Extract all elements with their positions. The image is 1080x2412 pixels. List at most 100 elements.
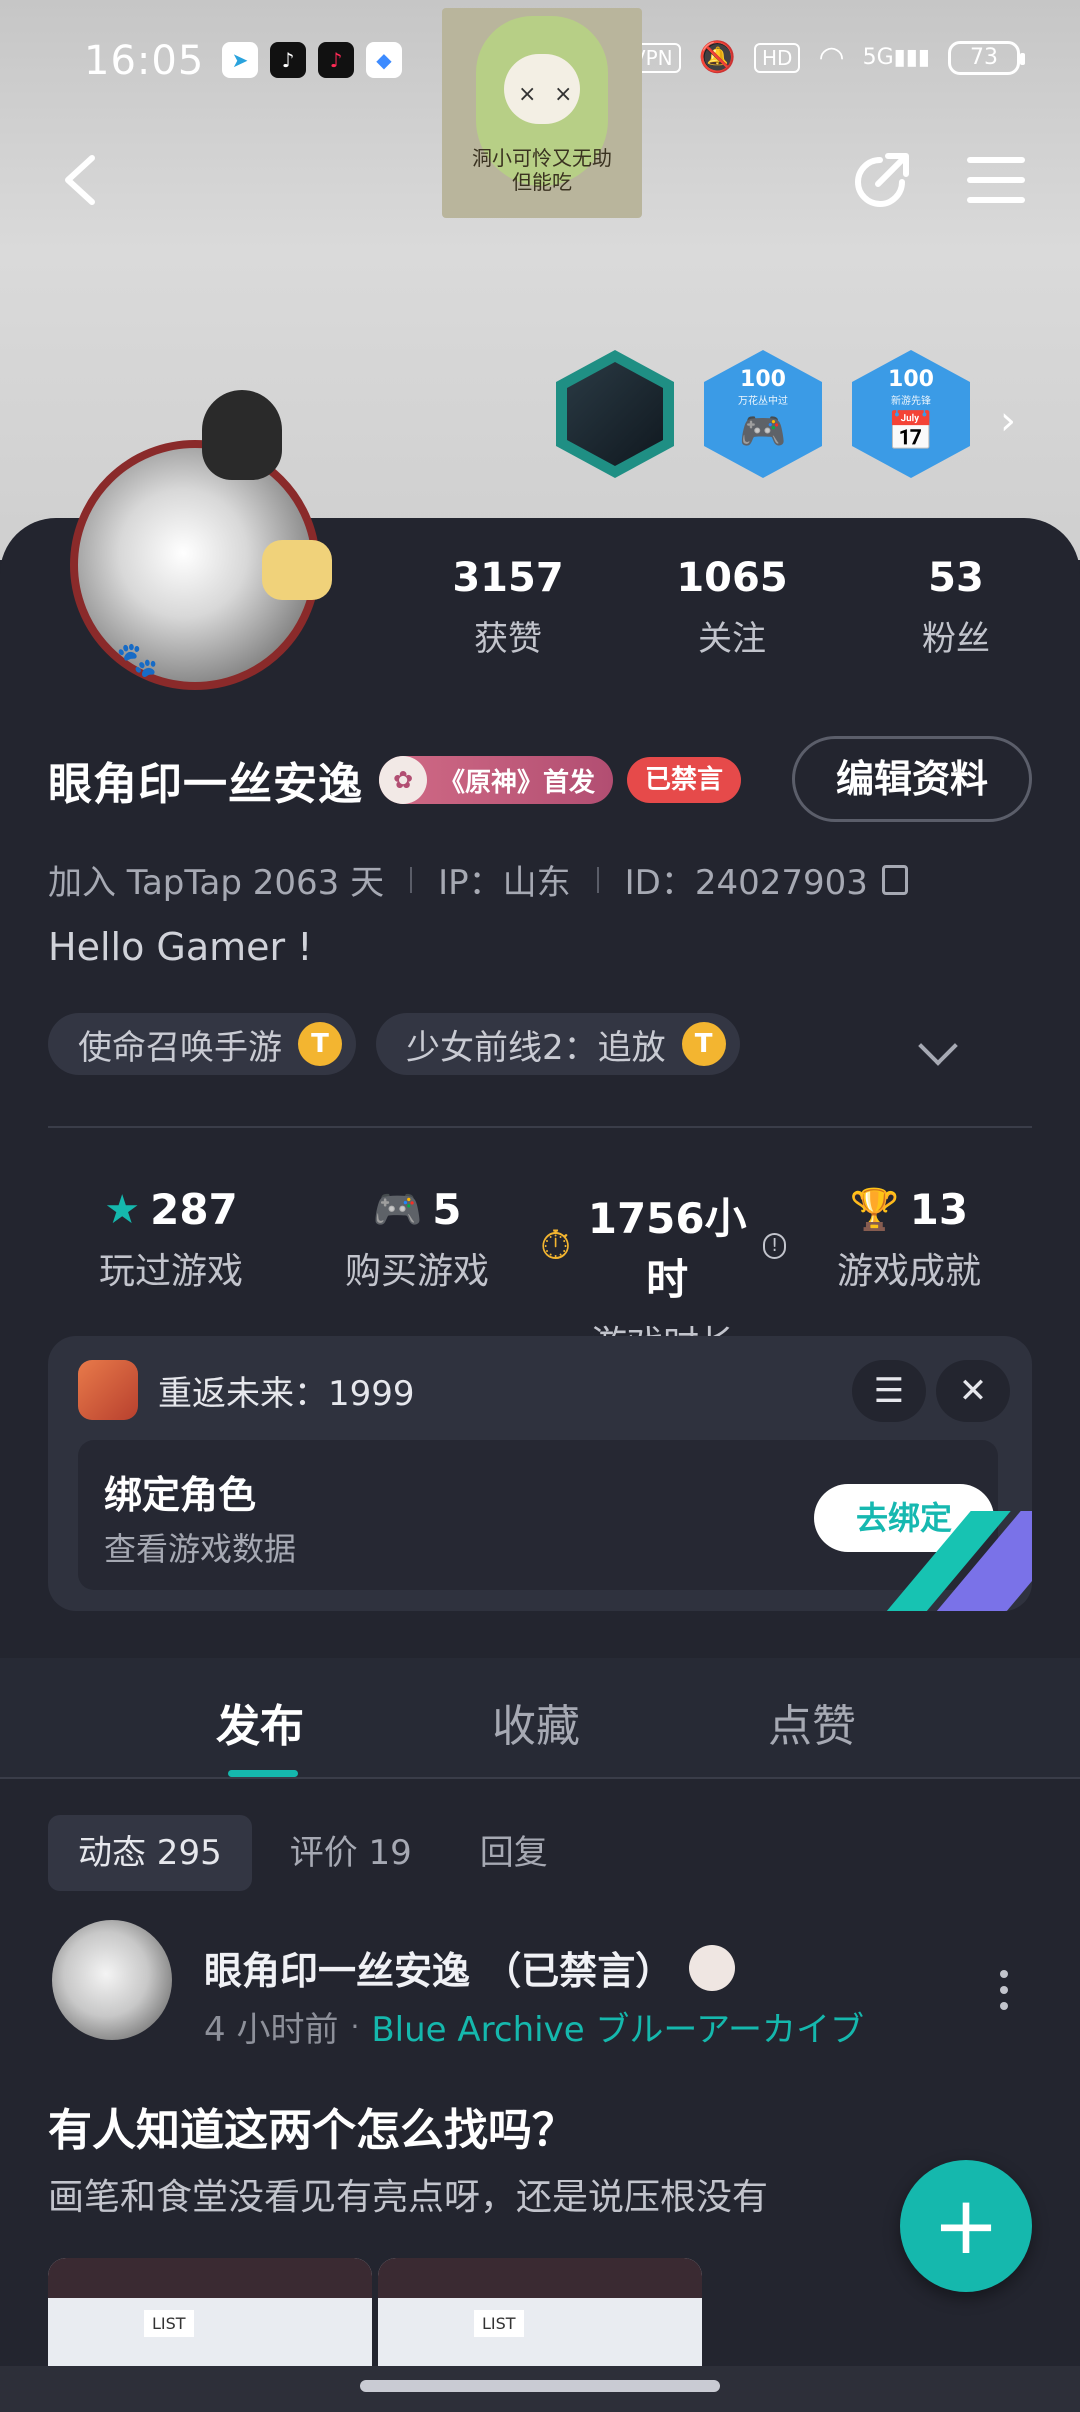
tiktok-lite-icon: ♪ bbox=[318, 42, 354, 78]
paw-icon: 🐾 bbox=[116, 640, 159, 680]
badge-list[interactable]: 100 万花丛中过 🎮 100 新游先锋 📅 bbox=[556, 350, 970, 478]
achievement-badge-1[interactable] bbox=[556, 350, 674, 478]
stat-following[interactable]: 1065 关注 bbox=[620, 555, 844, 660]
post-image[interactable]: LIST bbox=[48, 2258, 372, 2368]
bind-card-header[interactable]: 重返未来：1999 bbox=[78, 1360, 415, 1420]
back-button[interactable] bbox=[56, 150, 112, 210]
menu-icon bbox=[967, 157, 1025, 203]
menu-button[interactable] bbox=[966, 152, 1026, 208]
genshin-tag-label: 《原神》首发 bbox=[439, 767, 596, 798]
game-chip-label: 少女前线2：追放 bbox=[406, 1027, 666, 1068]
post-game-link[interactable]: Blue Archive ブルーアーカイブ bbox=[371, 2002, 864, 2051]
subtab-moments[interactable]: 动态 295 bbox=[48, 1815, 252, 1891]
tab-favorites[interactable]: 收藏 bbox=[492, 1690, 580, 1754]
close-button[interactable]: ✕ bbox=[936, 1360, 1010, 1422]
achievement-badge-3[interactable]: 100 新游先锋 📅 bbox=[852, 350, 970, 478]
post-time: 4 小时前 bbox=[204, 2010, 339, 2050]
username: 眼角印一丝安逸 bbox=[48, 759, 363, 810]
app-notification-icon: ◆ bbox=[366, 42, 402, 78]
home-indicator[interactable] bbox=[360, 2380, 720, 2392]
taptap-coin-icon: T bbox=[681, 1022, 726, 1066]
subtab-reviews[interactable]: 评价 19 bbox=[260, 1815, 442, 1891]
stat-likes[interactable]: 3157 获赞 bbox=[396, 555, 620, 660]
share-icon bbox=[855, 153, 909, 207]
bind-character-card: 重返未来：1999 ☰ ✕ 绑定角色 查看游戏数据 去绑定 bbox=[48, 1336, 1032, 1611]
post-meta: 4 小时前 · Blue Archive ブルーアーカイブ bbox=[204, 2002, 864, 2051]
bind-card-subtitle: 查看游戏数据 bbox=[104, 1530, 297, 1568]
share-button[interactable] bbox=[850, 148, 914, 212]
bind-card-title: 绑定角色 bbox=[104, 1473, 257, 1517]
genshin-avatar-icon: ✿ bbox=[379, 756, 427, 804]
user-id: ID：24027903 bbox=[624, 863, 868, 903]
telegram-icon: ➤ bbox=[222, 42, 258, 78]
sticker-image: × × 洞小可怜又无助 但能吃 bbox=[442, 8, 642, 218]
post-author-avatar[interactable] bbox=[52, 1920, 172, 2040]
bind-card-body: 绑定角色 查看游戏数据 去绑定 bbox=[78, 1440, 998, 1590]
status-indicators: VPN 🔕 HD ◠ 5G▮▮▮ 73 bbox=[623, 40, 1025, 75]
stat-value: 5 bbox=[432, 1185, 462, 1234]
avatar[interactable]: 🐾 bbox=[52, 390, 342, 690]
battery-icon: 73 bbox=[948, 40, 1025, 75]
post-title[interactable]: 有人知道这两个怎么找吗？ bbox=[48, 2094, 576, 2158]
tab-likes[interactable]: 点赞 bbox=[768, 1690, 856, 1754]
game-chip[interactable]: 使命召唤手游 T bbox=[48, 1013, 356, 1075]
switch-game-button[interactable]: ☰ bbox=[852, 1360, 926, 1422]
active-tab-indicator bbox=[228, 1770, 298, 1777]
post-more-options-icon[interactable] bbox=[1000, 1970, 1010, 2018]
stat-value: 13 bbox=[909, 1185, 969, 1234]
info-icon[interactable]: ! bbox=[763, 1233, 786, 1259]
edit-profile-button[interactable]: 编辑资料 bbox=[792, 736, 1032, 822]
mute-icon: 🔕 bbox=[698, 40, 736, 75]
badge-subtitle: 新游先锋 bbox=[891, 395, 931, 407]
game-icon bbox=[78, 1360, 138, 1420]
post-author[interactable]: 眼角印一丝安逸 （已禁言） bbox=[204, 1940, 736, 1995]
post-images: LIST LIST bbox=[48, 2258, 702, 2368]
subtab-replies[interactable]: 回复 bbox=[450, 1815, 578, 1891]
gamepad-icon: 🎮 bbox=[739, 408, 787, 453]
stat-followers[interactable]: 53 粉丝 bbox=[844, 555, 1068, 660]
back-arrow-icon bbox=[65, 155, 95, 205]
genshin-tag[interactable]: ✿ 《原神》首发 bbox=[379, 756, 614, 804]
meta-separator: · bbox=[350, 2010, 360, 2043]
profile-meta: 加入 TapTap 2063 天 IP：山东 ID：24027903 bbox=[48, 855, 908, 904]
post-image-label: LIST bbox=[144, 2310, 194, 2337]
stopwatch-icon: ⏱ bbox=[540, 1223, 572, 1269]
sticker-caption-line2: 但能吃 bbox=[512, 170, 572, 194]
wifi-icon: ◠ bbox=[818, 40, 845, 75]
taptap-coin-icon: T bbox=[298, 1022, 342, 1066]
stat-label: 粉丝 bbox=[922, 619, 990, 659]
close-icon: ✕ bbox=[958, 1371, 988, 1411]
network-type: 5G bbox=[862, 45, 894, 70]
badges-more-chevron-icon[interactable]: › bbox=[1000, 398, 1016, 444]
gamepad-icon: 🎮 bbox=[372, 1187, 423, 1233]
game-achievement-badge-icon bbox=[567, 362, 663, 466]
list-settings-icon: ☰ bbox=[873, 1371, 905, 1411]
sticker-eye-left: × bbox=[518, 82, 537, 107]
sticker-caption-line1: 洞小可怜又无助 bbox=[472, 146, 612, 170]
stat-label: 关注 bbox=[698, 619, 766, 659]
post-image-bar bbox=[378, 2258, 702, 2298]
name-row: 眼角印一丝安逸 ✿ 《原神》首发 已禁言 bbox=[48, 745, 742, 815]
badge-number: 100 bbox=[888, 366, 934, 392]
game-chip[interactable]: 少女前线2：追放 T bbox=[376, 1013, 740, 1075]
post-image[interactable]: LIST bbox=[378, 2258, 702, 2368]
divider bbox=[410, 866, 413, 893]
ip-location: IP：山东 bbox=[438, 863, 571, 903]
copy-icon[interactable] bbox=[881, 864, 908, 895]
calendar-gamepad-icon: 📅 bbox=[887, 408, 935, 453]
game-chip-label: 使命召唤手游 bbox=[78, 1027, 282, 1068]
tab-posts[interactable]: 发布 bbox=[216, 1690, 304, 1754]
signal-icon: 5G▮▮▮ bbox=[862, 45, 930, 70]
post-image-label: LIST bbox=[474, 2310, 524, 2337]
trophy-icon: 🏆 bbox=[849, 1187, 900, 1233]
stat-value: 287 bbox=[150, 1185, 238, 1234]
post-author-name: 眼角印一丝安逸 （已禁言） bbox=[204, 1949, 674, 1993]
plus-icon: + bbox=[932, 2179, 1000, 2272]
bio: Hello Gamer ! bbox=[48, 925, 313, 969]
banned-tag: 已禁言 bbox=[627, 757, 742, 803]
stat-label: 游戏成就 bbox=[836, 1251, 981, 1292]
achievement-badge-2[interactable]: 100 万花丛中过 🎮 bbox=[704, 350, 822, 478]
create-post-button[interactable]: + bbox=[900, 2160, 1032, 2292]
post-image-bar bbox=[48, 2258, 372, 2298]
post-body[interactable]: 画笔和食堂没看见有亮点呀，还是说压根没有 bbox=[48, 2168, 768, 2220]
